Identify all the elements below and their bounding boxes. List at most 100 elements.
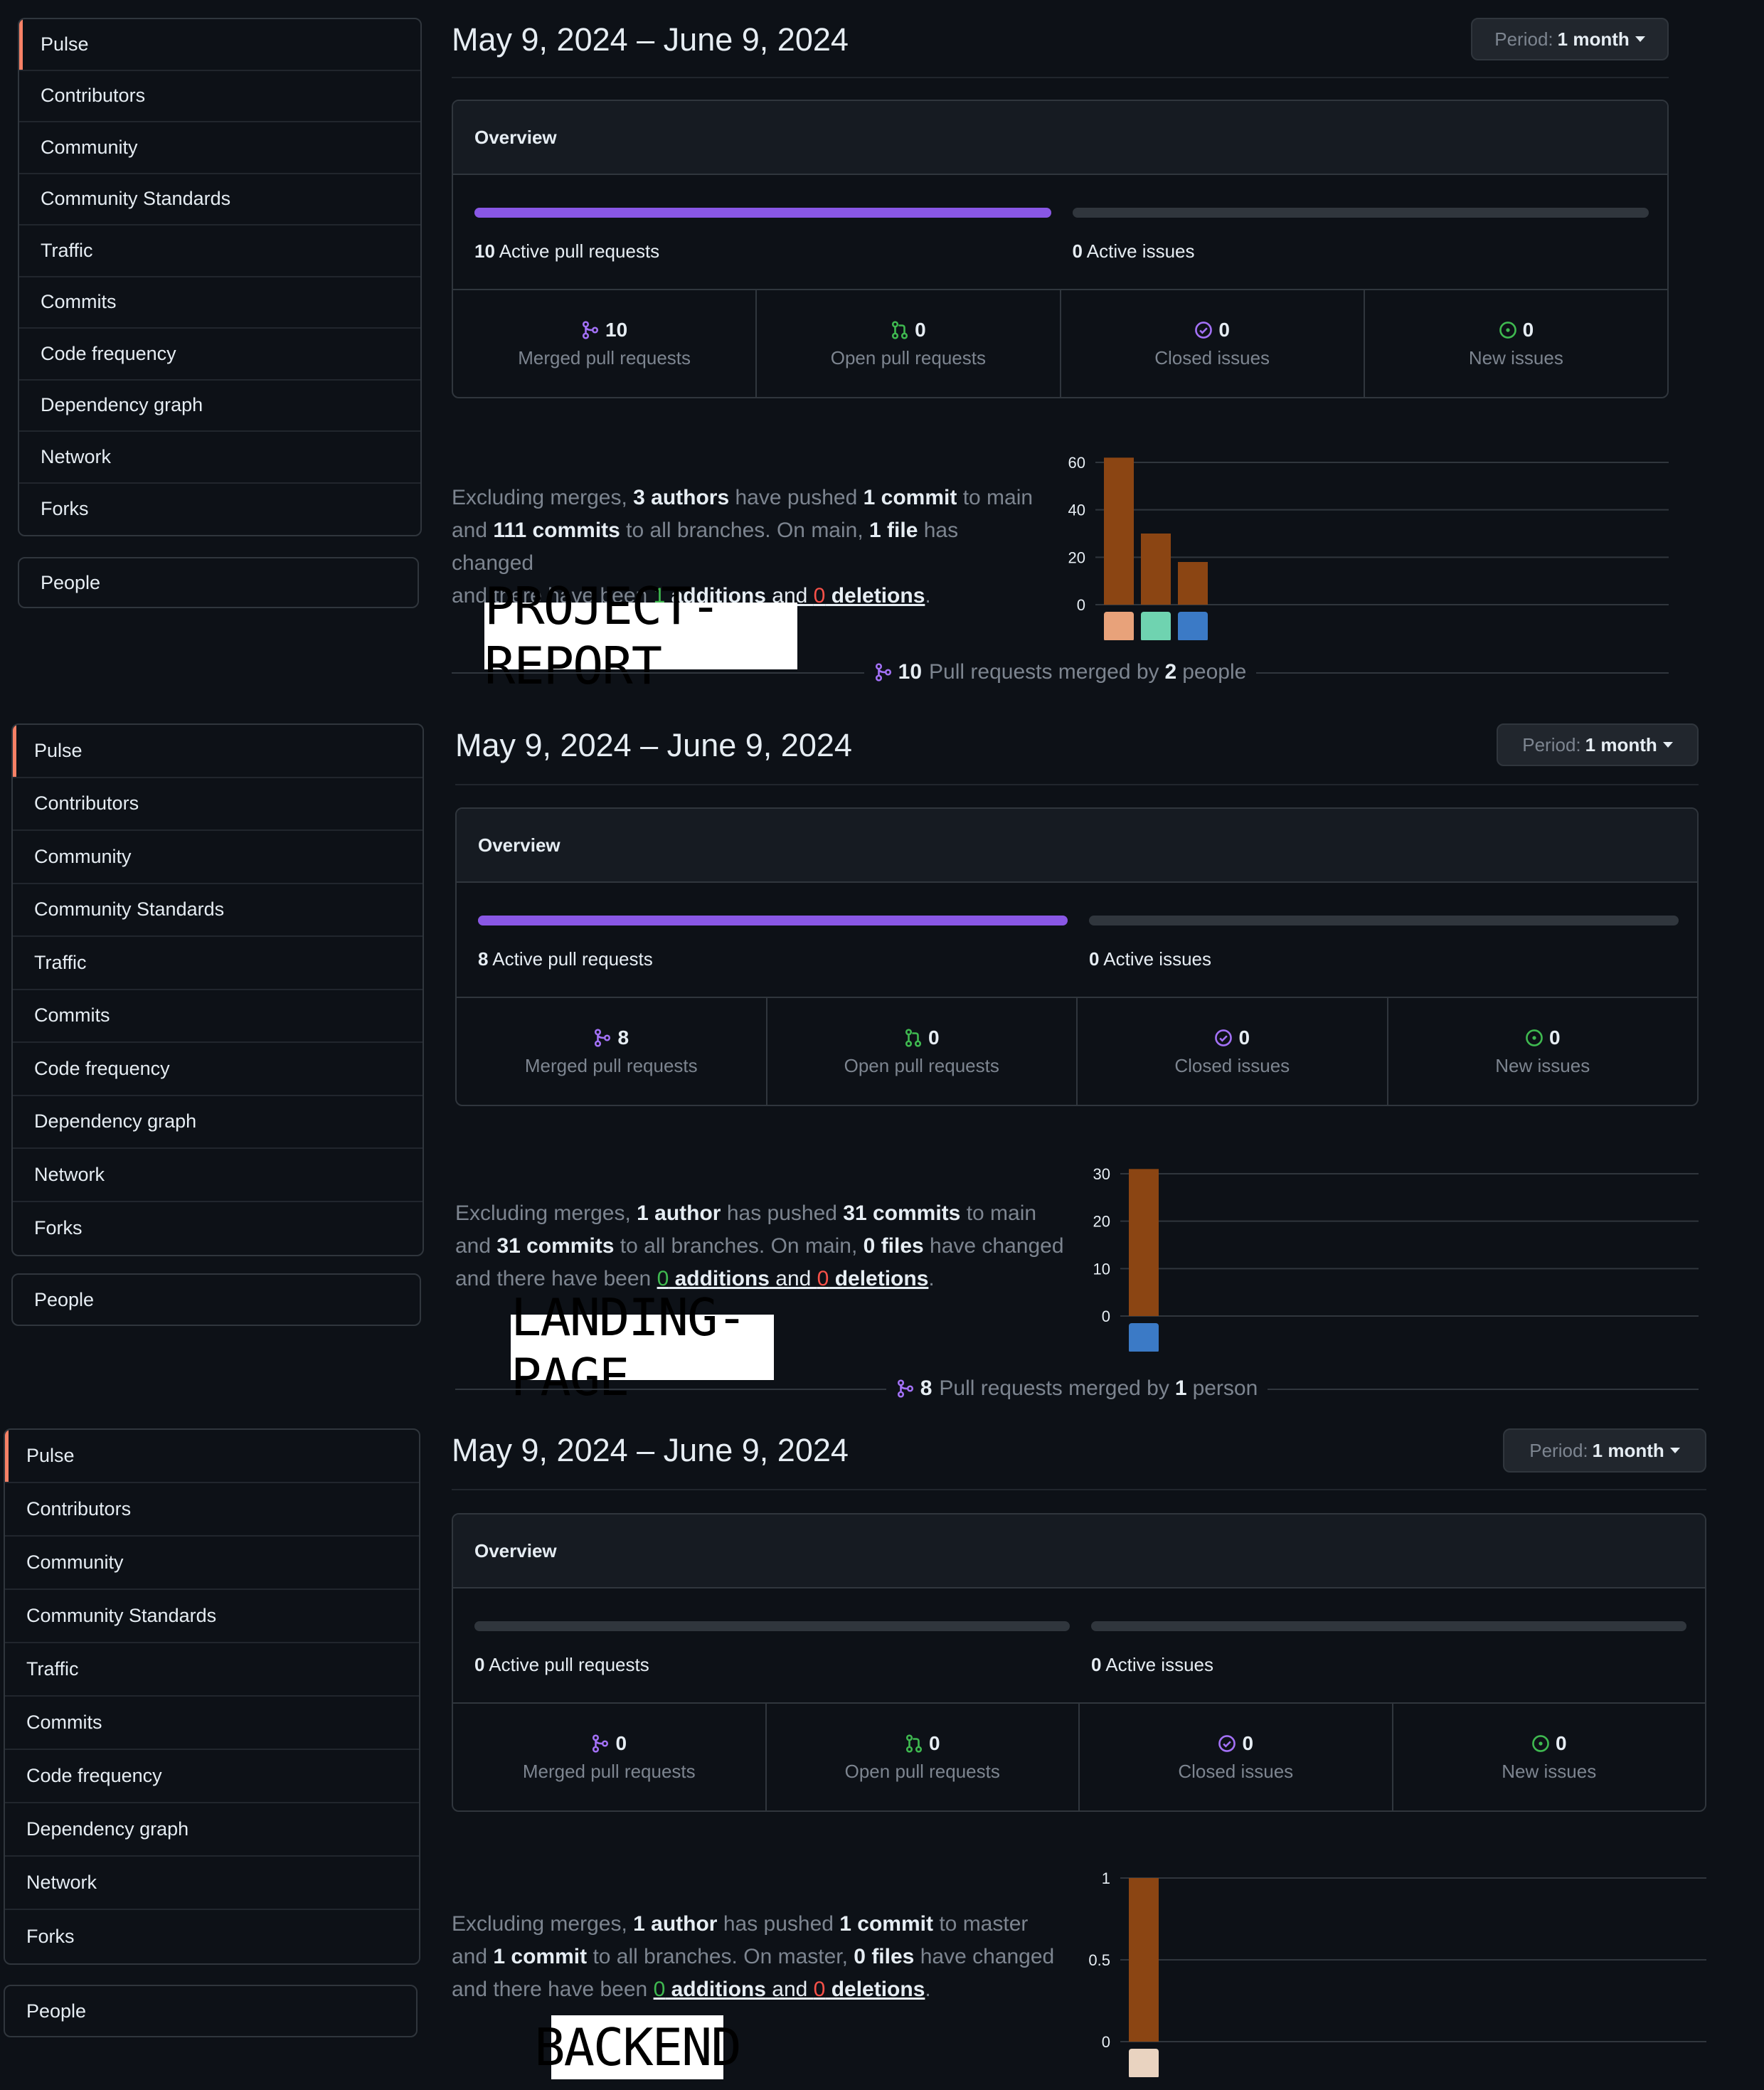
merged-prs-summary[interactable]: 10 Pull requests merged by 2 people — [452, 658, 1669, 686]
stat-merged-pull-requests[interactable]: 0 Merged pull requests — [453, 1704, 767, 1810]
stat-closed-issues[interactable]: 0 Closed issues — [1061, 290, 1365, 397]
deletions-label: deletions — [829, 1267, 929, 1290]
sidebar-item-community-standards[interactable]: Community Standards — [19, 174, 420, 226]
chart-bar[interactable] — [1178, 562, 1208, 605]
merged-text: Pull requests merged by — [939, 1376, 1169, 1400]
active-pr-text[interactable]: 0 Active pull requests — [474, 1654, 649, 1676]
sidebar-item-people[interactable]: People — [11, 1273, 421, 1326]
sidebar-item-forks[interactable]: Forks — [13, 1202, 423, 1256]
commits-to-main: 1 commit — [863, 486, 957, 509]
sidebar-item-code-frequency[interactable]: Code frequency — [13, 1043, 423, 1096]
sidebar-item-network[interactable]: Network — [5, 1857, 419, 1910]
stat-open-pull-requests[interactable]: 0 Open pull requests — [767, 1704, 1080, 1810]
y-tick-label: 0 — [1077, 596, 1085, 614]
merge-icon — [591, 1734, 610, 1753]
sidebar-item-network[interactable]: Network — [19, 432, 420, 484]
sidebar-item-code-frequency[interactable]: Code frequency — [5, 1750, 419, 1803]
author-avatar[interactable] — [1141, 612, 1171, 640]
stat-closed-issues[interactable]: 0 Closed issues — [1080, 1704, 1393, 1810]
sidebar-item-commits[interactable]: Commits — [19, 277, 420, 329]
active-pr-text[interactable]: 10 Active pull requests — [474, 240, 659, 262]
merge-icon — [896, 1379, 915, 1398]
author-avatar[interactable] — [1129, 1323, 1159, 1352]
stat-new-issues[interactable]: 0 New issues — [1393, 1704, 1706, 1810]
pr-open-icon — [904, 1028, 923, 1047]
period-dropdown-button[interactable]: Period: 1 month — [1471, 18, 1669, 60]
stat-open-pull-requests[interactable]: 0 Open pull requests — [757, 290, 1061, 397]
active-issues-text[interactable]: 0 Active issues — [1089, 948, 1211, 970]
chart-bar[interactable] — [1141, 534, 1171, 605]
merged-people-label: people — [1182, 660, 1247, 684]
sidebar-item-dependency-graph[interactable]: Dependency graph — [5, 1803, 419, 1857]
stat-new-issues[interactable]: 0 New issues — [1365, 290, 1667, 397]
period-prefix: Period: — [1522, 733, 1581, 755]
sidebar-item-community[interactable]: Community — [5, 1537, 419, 1590]
sidebar-item-network[interactable]: Network — [13, 1149, 423, 1202]
y-tick-label: 30 — [1093, 1165, 1110, 1183]
sidebar-item-contributors[interactable]: Contributors — [13, 778, 423, 831]
sidebar-item-pulse[interactable]: Pulse — [19, 19, 420, 71]
period-dropdown-button[interactable]: Period: 1 month — [1503, 1428, 1706, 1473]
overview-box: Overview 0 Active pull requests 0 Active i… — [452, 1513, 1706, 1812]
merge-icon — [874, 663, 893, 681]
sidebar-item-people[interactable]: People — [4, 1985, 418, 2037]
sidebar-item-contributors[interactable]: Contributors — [19, 71, 420, 122]
commits-all-branches: 1 commit — [493, 1945, 588, 1968]
summary-text: to main — [957, 486, 1034, 509]
stat-value: 10 — [605, 318, 628, 341]
active-issues-text[interactable]: 0 Active issues — [1091, 1654, 1213, 1676]
merged-line-content: 8 Pull requests merged by 1 person — [886, 1376, 1268, 1401]
sidebar-item-commits[interactable]: Commits — [5, 1697, 419, 1750]
period-dropdown-button[interactable]: Period: 1 month — [1497, 723, 1699, 766]
sidebar-item-pulse[interactable]: Pulse — [13, 725, 423, 778]
active-issues-text[interactable]: 0 Active issues — [1073, 240, 1195, 262]
sidebar-item-community-standards[interactable]: Community Standards — [13, 884, 423, 937]
sidebar-item-traffic[interactable]: Traffic — [19, 226, 420, 277]
additions-count: 0 — [653, 1978, 666, 2001]
y-tick-label: 0 — [1102, 2033, 1110, 2051]
issue-closed-icon — [1214, 1029, 1233, 1047]
sidebar-item-forks[interactable]: Forks — [5, 1910, 419, 1963]
chart-bar[interactable] — [1129, 1878, 1159, 2042]
author-avatar[interactable] — [1104, 612, 1134, 640]
sidebar-item-dependency-graph[interactable]: Dependency graph — [19, 381, 420, 432]
summary-text: . — [925, 1978, 931, 2001]
additions-deletions-link[interactable]: 0 additions and 0 deletions — [654, 1978, 925, 2001]
sidebar-item-traffic[interactable]: Traffic — [13, 937, 423, 990]
stat-new-issues[interactable]: 0 New issues — [1388, 998, 1698, 1105]
date-range-title: May 9, 2024 – June 9, 2024 — [452, 1432, 849, 1468]
merged-line-content: 10 Pull requests merged by 2 people — [864, 660, 1257, 684]
stat-label: New issues — [1468, 346, 1563, 368]
stat-open-pull-requests[interactable]: 0 Open pull requests — [767, 998, 1078, 1105]
stat-value: 8 — [617, 1026, 629, 1049]
stat-label: Merged pull requests — [518, 346, 691, 368]
sidebar-item-people[interactable]: People — [18, 557, 419, 608]
commits-per-author-chart: 60 40 20 0 — [1068, 454, 1669, 640]
author-avatar[interactable] — [1178, 612, 1208, 640]
stat-merged-pull-requests[interactable]: 8 Merged pull requests — [457, 998, 767, 1105]
stat-merged-pull-requests[interactable]: 10 Merged pull requests — [453, 290, 758, 397]
sidebar-item-dependency-graph[interactable]: Dependency graph — [13, 1096, 423, 1149]
insights-sidebar: Pulse Contributors Community Community Stan… — [11, 723, 424, 1256]
sidebar-item-forks[interactable]: Forks — [19, 484, 420, 536]
sidebar-item-traffic[interactable]: Traffic — [5, 1643, 419, 1697]
sidebar-item-commits[interactable]: Commits — [13, 990, 423, 1043]
sidebar-item-community[interactable]: Community — [13, 831, 423, 884]
stat-closed-issues[interactable]: 0 Closed issues — [1078, 998, 1388, 1105]
sidebar-item-code-frequency[interactable]: Code frequency — [19, 329, 420, 381]
merged-text: Pull requests merged by — [929, 660, 1159, 684]
chart-bar[interactable] — [1104, 457, 1134, 605]
merged-prs-summary[interactable]: 8 Pull requests merged by 1 person — [455, 1374, 1699, 1403]
sidebar-item-pulse[interactable]: Pulse — [5, 1430, 419, 1483]
merged-people-count: 2 — [1164, 660, 1177, 684]
active-issue-count: 0 — [1089, 948, 1100, 970]
chart-bar[interactable] — [1129, 1169, 1159, 1316]
sidebar-item-community-standards[interactable]: Community Standards — [5, 1590, 419, 1643]
active-pr-text[interactable]: 8 Active pull requests — [478, 948, 653, 970]
sidebar-item-contributors[interactable]: Contributors — [5, 1483, 419, 1537]
sidebar-item-community[interactable]: Community — [19, 122, 420, 174]
merged-count: 8 — [920, 1376, 933, 1400]
author-avatar[interactable] — [1129, 2049, 1159, 2077]
additions-label: additions — [665, 1978, 766, 2001]
summary-text: has pushed — [721, 1202, 844, 1225]
